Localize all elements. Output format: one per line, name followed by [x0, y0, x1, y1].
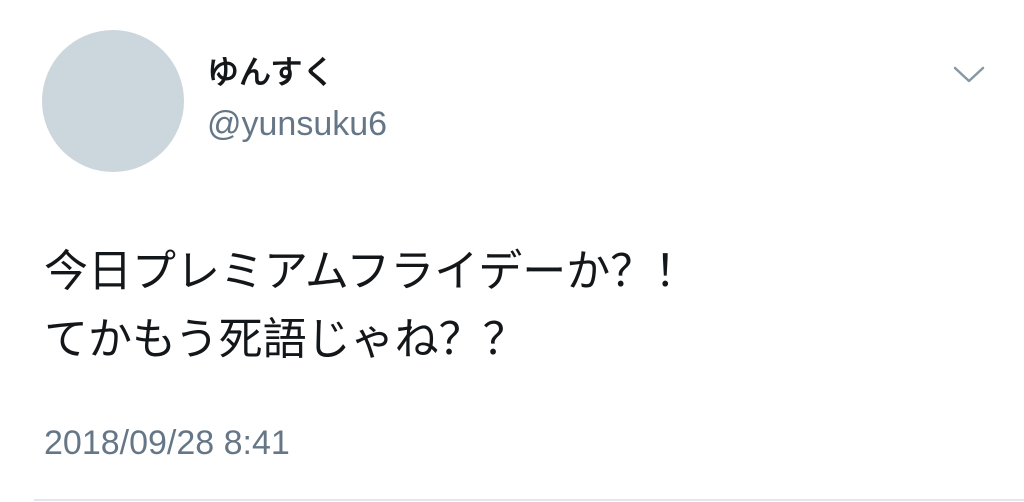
tweet-menu-button[interactable] [952, 64, 986, 86]
avatar[interactable] [42, 30, 184, 172]
chevron-down-icon [953, 66, 985, 83]
author-handle[interactable]: @yunsuku6 [207, 104, 387, 144]
divider [34, 499, 1024, 501]
tweet-card: ゆんすく @yunsuku6 今日プレミアムフライデーか？！ てかもう死語じゃね… [0, 0, 1024, 502]
tweet-text: 今日プレミアムフライデーか？！ てかもう死語じゃね？？ [44, 238, 1004, 374]
author-display-name[interactable]: ゆんすく [207, 52, 334, 92]
tweet-text-line: てかもう死語じゃね？？ [44, 314, 527, 365]
tweet-timestamp[interactable]: 2018/09/28 8:41 [44, 421, 290, 465]
tweet-text-line: 今日プレミアムフライデーか？！ [44, 246, 699, 297]
